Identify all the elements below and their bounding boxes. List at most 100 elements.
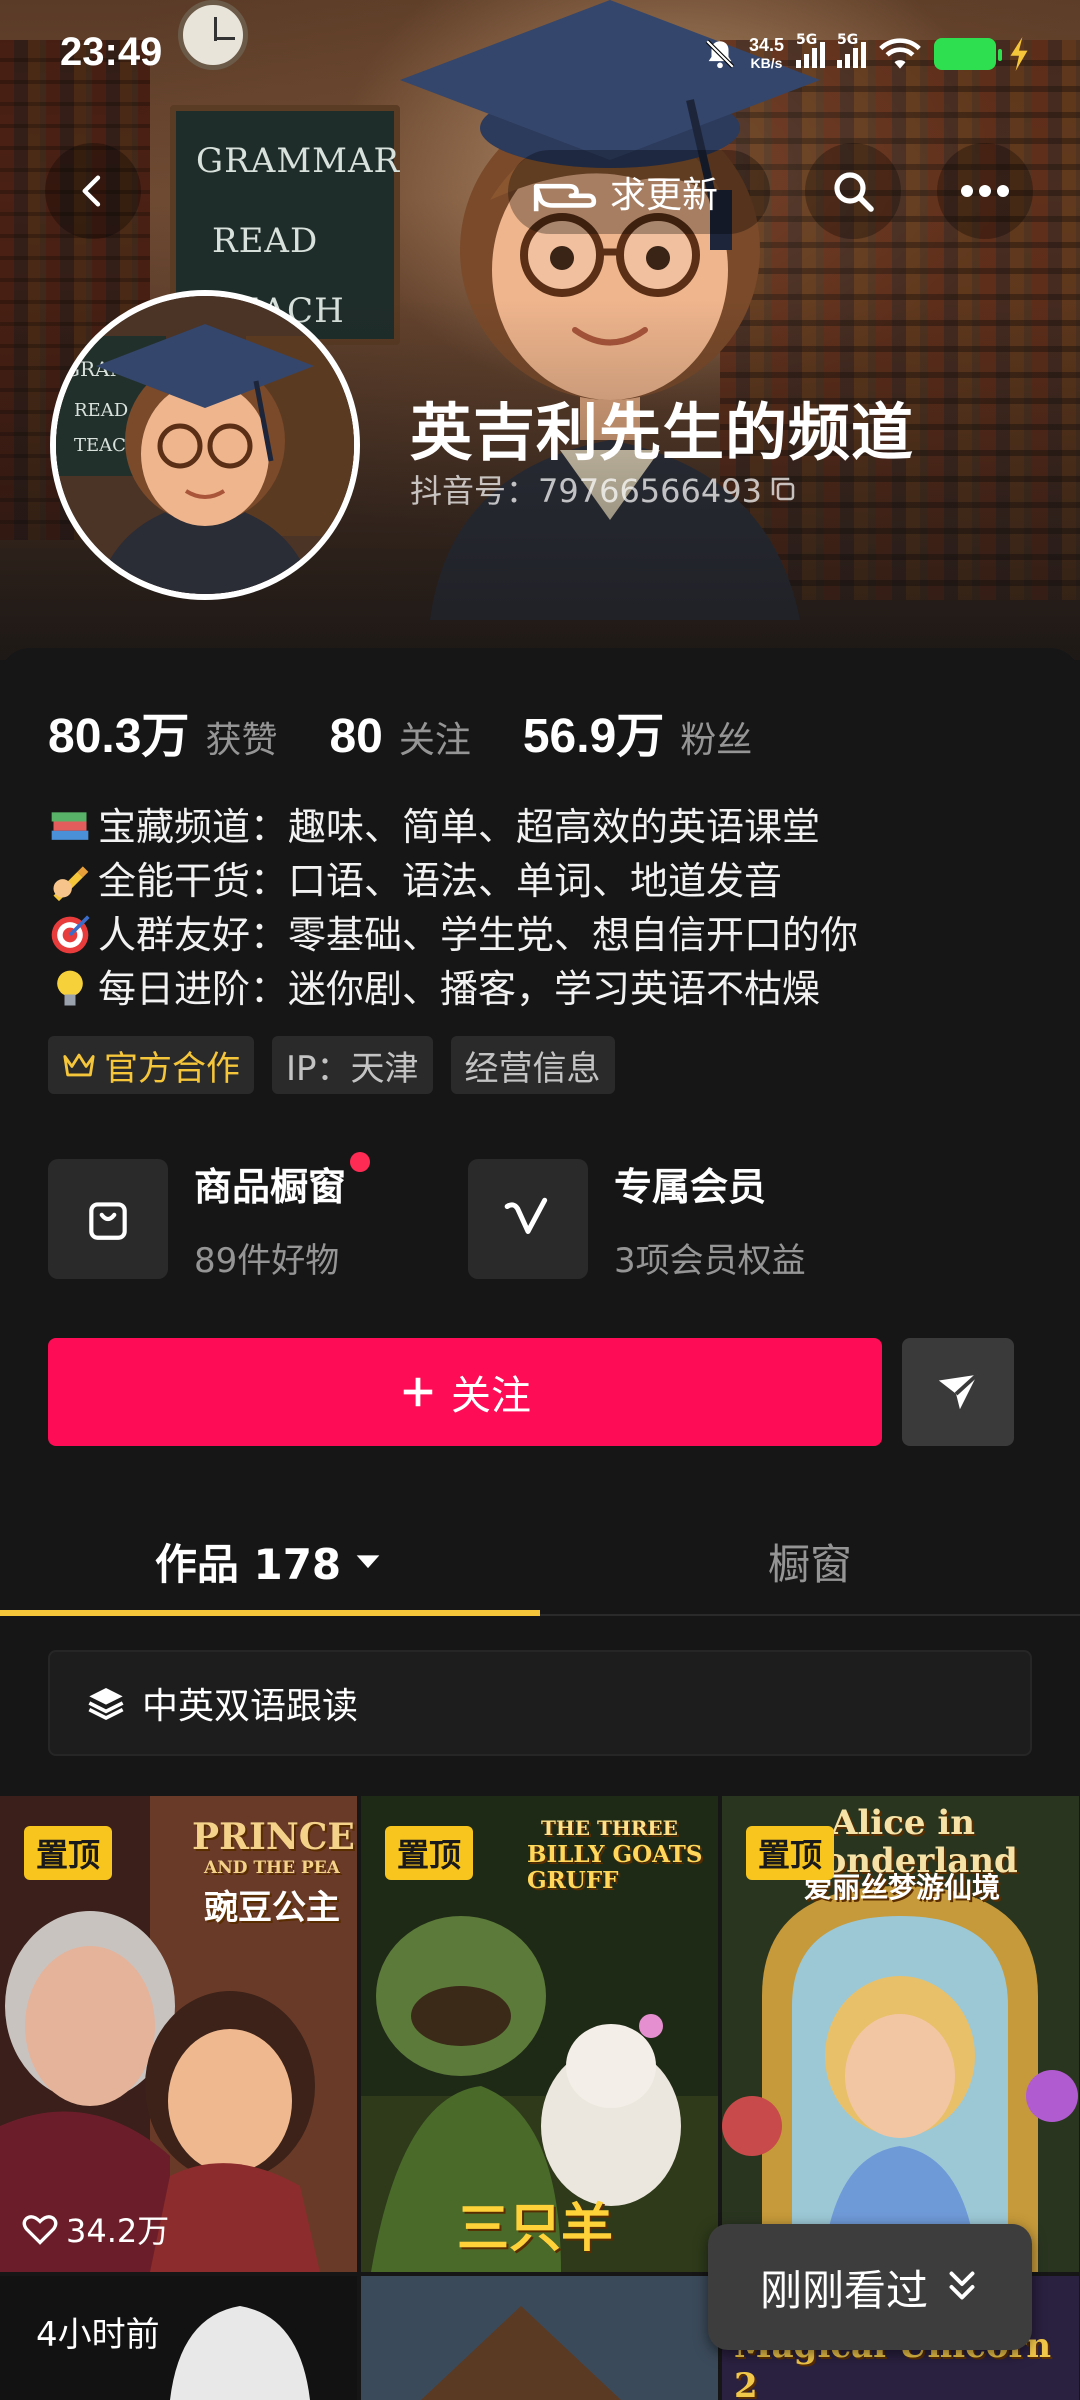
shop-window-subtitle: 89件好物 xyxy=(194,1241,340,1281)
collection-bar[interactable]: 中英双语跟读 xyxy=(48,1650,1032,1756)
douyin-id[interactable]: 抖音号：79766566493 xyxy=(410,466,798,512)
charging-icon xyxy=(1010,37,1028,71)
signal-icon: 5G xyxy=(837,32,866,68)
bio: 宝藏频道：趣味、简单、超高效的英语课堂 全能干货：口语、语法、单词、地道发音 人… xyxy=(46,800,1046,1016)
writing-hand-icon xyxy=(46,857,94,905)
channel-name: 英吉利先生的频道 xyxy=(410,396,915,469)
tags-row: 官方合作 IP：天津 经营信息 xyxy=(48,1036,615,1094)
paper-plane-icon xyxy=(938,1373,979,1410)
signal-label: 5G xyxy=(796,32,818,48)
wifi-icon xyxy=(879,38,921,69)
more-dots-icon xyxy=(961,185,1009,197)
avatar[interactable]: GRAMMAR READ TEACH xyxy=(50,290,360,600)
pinned-badge: 置顶 xyxy=(385,1826,474,1880)
business-info-tag[interactable]: 经营信息 xyxy=(450,1036,615,1094)
books-icon xyxy=(46,803,94,851)
shop-window-entry[interactable]: 商品橱窗 89件好物 xyxy=(48,1152,408,1282)
bio-text: 每日进阶：迷你剧、播客，学习英语不枯燥 xyxy=(98,967,821,1011)
heart-icon xyxy=(22,2215,58,2245)
ip-location-tag: IP：天津 xyxy=(272,1036,433,1094)
tile-title-en: THE THREE xyxy=(541,1816,678,1840)
following-count[interactable]: 80 xyxy=(329,709,382,764)
recently-watched-button[interactable]: 刚刚看过 xyxy=(708,2224,1032,2350)
back-button[interactable] xyxy=(45,143,141,239)
status-bar: 23:49 34.5 KB/s 5G 5G xyxy=(0,0,1080,110)
search-icon xyxy=(834,172,874,212)
like-count: 34.2万 xyxy=(22,2206,169,2252)
layers-icon xyxy=(88,1688,124,1721)
stats-row: 80.3万 获赞 80 关注 56.9万 粉丝 xyxy=(48,696,804,766)
search-button[interactable] xyxy=(805,143,901,239)
exclusive-member-entry[interactable]: 专属会员 3项会员权益 xyxy=(468,1156,828,1282)
avatar-illustration: GRAMMAR READ TEACH xyxy=(56,296,354,594)
tab-works-label: 作品 178 xyxy=(154,1539,342,1589)
bio-text: 人群友好：零基础、学生党、想自信开口的你 xyxy=(98,913,859,957)
content-tabs: 作品 178 橱窗 xyxy=(0,1506,1080,1616)
chevron-left-icon xyxy=(82,175,101,207)
shop-window-title: 商品橱窗 xyxy=(194,1152,371,1211)
collection-label: 中英双语跟读 xyxy=(142,1686,359,1727)
video-tile[interactable] xyxy=(361,2276,718,2400)
tab-works[interactable]: 作品 178 xyxy=(0,1506,540,1616)
more-options-button[interactable] xyxy=(937,143,1033,239)
recently-watched-label: 刚刚看过 xyxy=(759,2265,928,2315)
pinned-badge: 置顶 xyxy=(24,1826,113,1880)
send-message-button[interactable] xyxy=(902,1338,1014,1446)
douyin-id-text: 抖音号：79766566493 xyxy=(410,472,762,510)
tile-title-sub: BILLY GOATS GRUFF xyxy=(527,1841,703,1894)
profile-panel: 80.3万 获赞 80 关注 56.9万 粉丝 宝藏频道：趣味、简单、超高效的英… xyxy=(0,648,1080,2400)
svg-text:READ: READ xyxy=(74,400,128,421)
video-tile[interactable]: THE THREE BILLY GOATS GRUFF 三只羊 置顶 xyxy=(361,1796,718,2272)
like-count-text: 34.2万 xyxy=(66,2212,170,2250)
followers-label[interactable]: 粉丝 xyxy=(680,711,752,763)
net-speed-unit: KB/s xyxy=(750,55,783,71)
tile-title-sub: AND THE PEA xyxy=(204,1858,340,1878)
copy-icon[interactable] xyxy=(768,474,798,504)
plus-icon xyxy=(403,1377,433,1407)
chalkboard-line: READ xyxy=(212,221,319,261)
bio-text: 全能干货：口语、语法、单词、地道发音 xyxy=(98,859,783,903)
net-speed-value: 34.5 xyxy=(748,35,784,55)
bio-line: 每日进阶：迷你剧、播客，学习英语不枯燥 xyxy=(46,962,1046,1016)
signal-label: 5G xyxy=(837,32,859,48)
bio-text: 宝藏频道：趣味、简单、超高效的英语课堂 xyxy=(98,805,821,849)
notification-dot xyxy=(350,1152,371,1172)
video-tile[interactable]: PRINCESS AND THE PEA 豌豆公主 置顶 34.2万 xyxy=(0,1796,357,2272)
exclusive-member-title: 专属会员 xyxy=(614,1165,767,1209)
request-update-button[interactable]: 求更新 xyxy=(508,150,770,234)
pinned-badge: 置顶 xyxy=(746,1826,835,1880)
exclusive-member-subtitle: 3项会员权益 xyxy=(614,1241,806,1281)
double-chevron-down-icon xyxy=(949,2271,975,2300)
tab-showcase[interactable]: 橱窗 xyxy=(540,1506,1080,1616)
shopping-bag-icon xyxy=(48,1159,168,1279)
crown-icon xyxy=(63,1053,95,1077)
bio-line: 人群友好：零基础、学生党、想自信开口的你 xyxy=(46,908,1046,962)
lightbulb-icon xyxy=(46,965,94,1013)
follow-button[interactable]: 关注 xyxy=(48,1338,882,1446)
likes-label: 获赞 xyxy=(205,720,278,761)
vip-v-icon xyxy=(468,1159,588,1279)
following-label[interactable]: 关注 xyxy=(399,711,471,763)
video-thumbnail xyxy=(361,2276,718,2400)
tile-title-cn: 豌豆公主 xyxy=(204,1888,340,1928)
mute-bell-icon xyxy=(705,39,735,69)
tile-title-cn: 三只羊 xyxy=(457,2198,614,2259)
posted-time-label: 4小时前 xyxy=(36,2315,160,2355)
caret-down-icon xyxy=(356,1555,380,1569)
net-speed: 34.5 KB/s xyxy=(749,36,784,72)
services-row: 商品橱窗 89件好物 专属会员 3项会员权益 xyxy=(48,1152,828,1282)
likes-count: 80.3万 xyxy=(48,710,190,763)
chalkboard-line: GRAMMAR xyxy=(196,141,401,181)
status-icons: 34.5 KB/s 5G 5G xyxy=(703,32,1030,76)
target-icon xyxy=(46,911,94,959)
signal-icon: 5G xyxy=(796,32,825,68)
tile-title-en: PRINCESS xyxy=(192,1816,357,1858)
followers-count[interactable]: 56.9万 xyxy=(523,696,664,766)
official-partner-tag[interactable]: 官方合作 xyxy=(48,1036,254,1094)
status-time: 23:49 xyxy=(60,30,163,74)
pointing-hand-icon xyxy=(533,183,597,212)
active-tab-indicator xyxy=(0,1610,540,1616)
request-update-label: 求更新 xyxy=(610,175,719,216)
battery-icon xyxy=(934,38,1002,70)
video-tile[interactable]: Alice in Wonderland 爱丽丝梦游仙境 置顶 xyxy=(722,1796,1079,2272)
